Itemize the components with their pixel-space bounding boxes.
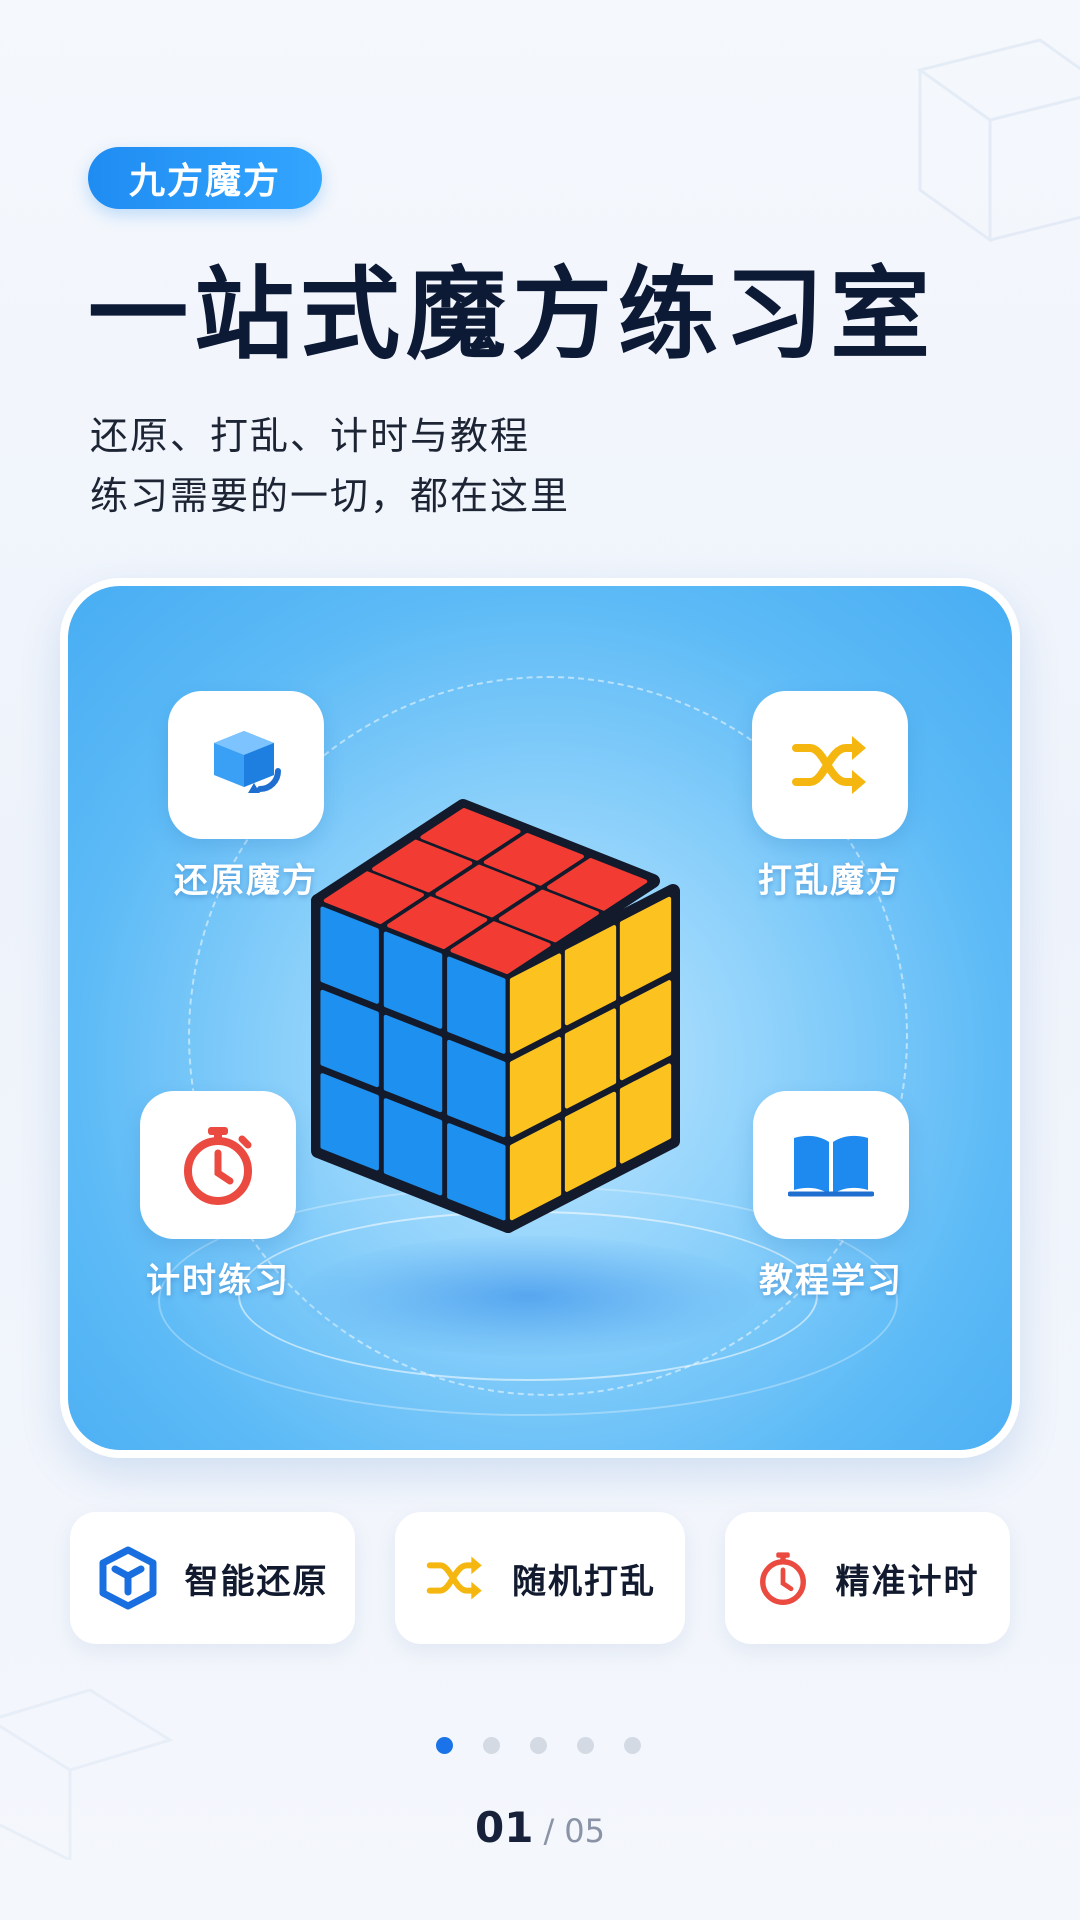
shuffle-icon [426,1556,482,1600]
carousel-pagination[interactable] [436,1737,641,1754]
button-label: 精准计时 [835,1561,980,1602]
pagination-dot[interactable] [624,1737,641,1754]
feature-label: 打乱魔方 [758,861,902,901]
button-label: 智能还原 [184,1561,329,1602]
pagination-dot[interactable] [530,1737,547,1754]
stopwatch-icon [184,1127,252,1205]
feature-label: 计时练习 [146,1261,290,1301]
background-cube-decoration [916,38,1080,243]
page-current: 01 [475,1803,534,1852]
feature-label: 还原魔方 [174,861,318,901]
pagination-dot[interactable] [436,1737,453,1754]
button-label: 随机打乱 [512,1561,656,1602]
book-icon [788,1135,874,1197]
smart-cube-icon [99,1546,156,1610]
brand-badge: 九方魔方 [88,147,322,209]
stopwatch-icon [759,1552,806,1606]
feature-tile [168,691,324,839]
shuffle-icon [792,736,866,794]
feature-timer-practice[interactable]: 计时练习 [140,1091,296,1302]
feature-tutorial[interactable]: 教程学习 [753,1091,909,1302]
cube-restore-icon [214,731,281,793]
hero-card: 还原魔方 打乱魔方 计时练习 教程学习 [60,578,1020,1458]
page-total: 05 [564,1812,605,1850]
feature-tile [752,691,908,839]
feature-tile [140,1091,296,1239]
pagination-dot[interactable] [483,1737,500,1754]
feature-restore-cube[interactable]: 还原魔方 [168,691,324,902]
page-title: 一站式魔方练习室 [88,256,936,373]
feature-scramble-cube[interactable]: 打乱魔方 [752,691,908,902]
subtitle-line-1: 还原、打乱、计时与教程 [90,414,531,458]
pagination-dot[interactable] [577,1737,594,1754]
precise-timer-button[interactable]: 精准计时 [725,1512,1010,1644]
page-indicator: 01 / 05 [0,1803,1080,1852]
page-separator: / [543,1812,555,1850]
feature-label: 教程学习 [759,1261,903,1301]
feature-tile [753,1091,909,1239]
random-scramble-button[interactable]: 随机打乱 [395,1512,685,1644]
subtitle-line-2: 练习需要的一切，都在这里 [90,474,571,518]
rubiks-cube-illustration [311,799,680,1233]
smart-restore-button[interactable]: 智能还原 [70,1512,355,1644]
